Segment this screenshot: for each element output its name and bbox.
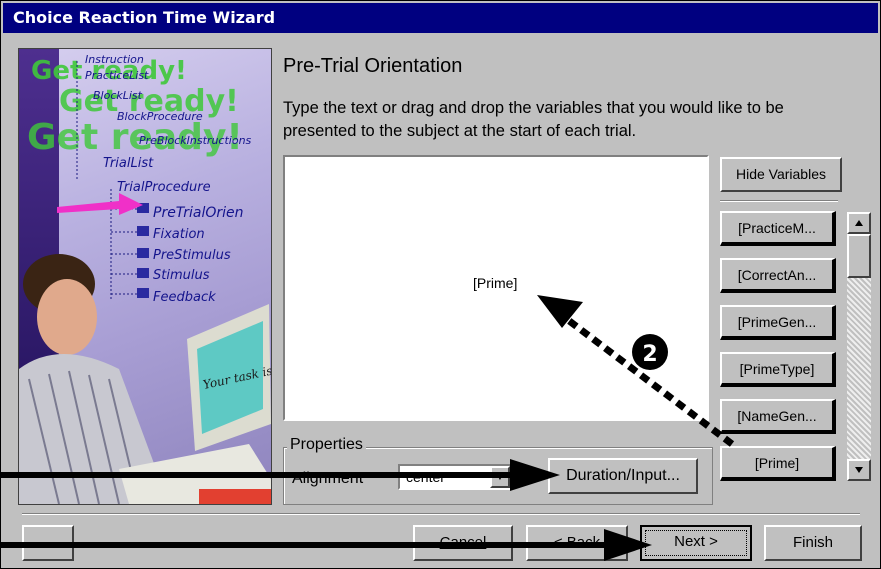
annotation-overlay: 2: [0, 295, 735, 561]
pointer-arrowhead-icon: [604, 529, 652, 561]
step-marker-number: 2: [642, 342, 657, 367]
pointer-arrowhead-icon: [510, 459, 560, 491]
